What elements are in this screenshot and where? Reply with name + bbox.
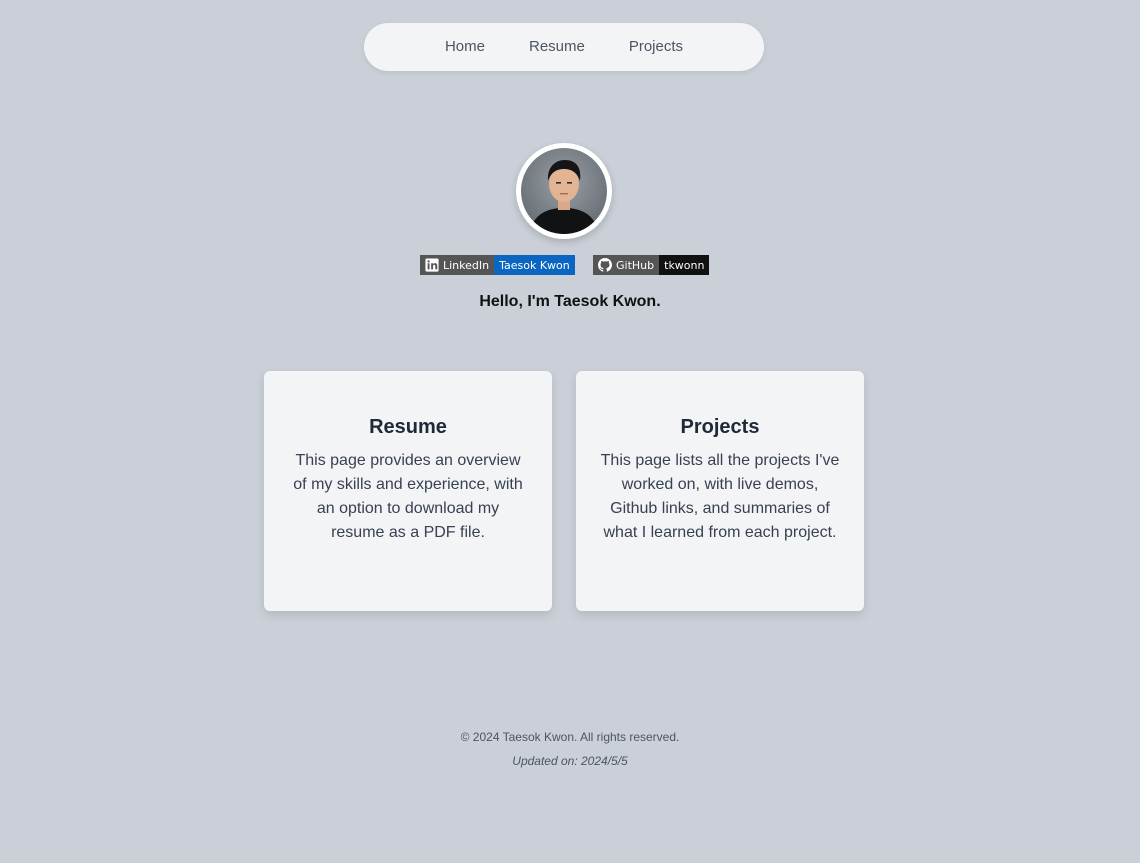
nav-resume-link[interactable]: Resume	[529, 23, 585, 71]
linkedin-badge-value: Taesok Kwon	[494, 255, 575, 275]
profile-photo	[521, 148, 607, 234]
linkedin-badge[interactable]: LinkedIn Taesok Kwon	[420, 255, 575, 275]
github-badge[interactable]: GitHub tkwonn	[593, 255, 710, 275]
footer: © 2024 Taesok Kwon. All rights reserved.…	[0, 729, 1140, 769]
projects-card-description: This page lists all the projects I've wo…	[600, 452, 840, 541]
resume-card[interactable]: Resume This page provides an overview of…	[264, 371, 552, 611]
github-badge-value: tkwonn	[659, 255, 710, 275]
github-badge-label: GitHub	[616, 258, 655, 272]
footer-updated: Updated on: 2024/5/5	[512, 754, 628, 768]
nav-projects-link[interactable]: Projects	[629, 23, 683, 71]
social-badges: LinkedIn Taesok Kwon GitHub tkwonn	[0, 255, 1140, 275]
footer-copyright: © 2024 Taesok Kwon. All rights reserved.	[460, 730, 680, 744]
nav-home-link[interactable]: Home	[445, 23, 485, 71]
top-nav: Home Resume Projects	[364, 23, 764, 71]
linkedin-icon	[425, 258, 439, 272]
avatar	[516, 143, 612, 239]
resume-card-description: This page provides an overview of my ski…	[293, 452, 523, 541]
github-icon	[598, 258, 612, 272]
projects-card-title: Projects	[680, 416, 760, 438]
linkedin-badge-label: LinkedIn	[443, 258, 490, 272]
projects-card[interactable]: Projects This page lists all the project…	[576, 371, 864, 611]
resume-card-title: Resume	[369, 416, 447, 438]
greeting-heading: Hello, I'm Taesok Kwon.	[479, 293, 661, 310]
